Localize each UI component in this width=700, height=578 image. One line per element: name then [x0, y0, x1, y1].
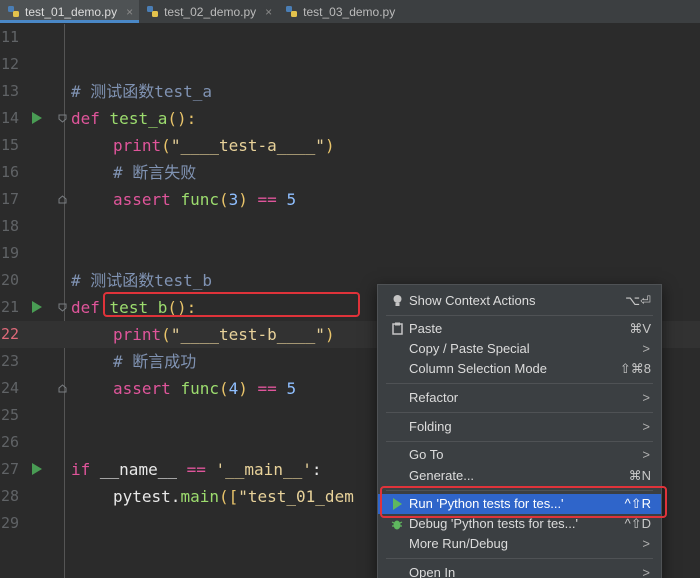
line-number: 19: [0, 244, 19, 262]
code-line: 15 print("____test-a____"): [0, 132, 700, 159]
submenu-arrow-icon: >: [642, 536, 650, 551]
pytest-main-call: pytest.main(["test_01_dem: [113, 487, 354, 506]
tab-test-03-demo[interactable]: test_03_demo.py: [278, 0, 401, 23]
line-number: 12: [0, 55, 19, 73]
menu-item-more-run-debug[interactable]: More Run/Debug >: [378, 534, 661, 554]
menu-shortcut: ⌘V: [629, 321, 651, 336]
submenu-arrow-icon: >: [642, 341, 650, 356]
fold-end-icon[interactable]: [58, 195, 67, 204]
menu-shortcut: ⌘N: [628, 468, 651, 483]
tab-label: test_02_demo.py: [164, 4, 257, 19]
line-number: 29: [0, 514, 19, 532]
menu-label: Open In: [409, 565, 456, 578]
menu-item-folding[interactable]: Folding >: [378, 417, 661, 437]
fold-end-icon[interactable]: [58, 384, 67, 393]
print-call: print("____test-a____"): [113, 136, 335, 155]
menu-shortcut: ⇧⌘8: [619, 361, 651, 376]
menu-separator: [386, 383, 653, 384]
menu-item-show-context-actions[interactable]: Show Context Actions ⌥⏎: [378, 291, 661, 311]
line-number: 27: [0, 460, 19, 478]
menu-label: Column Selection Mode: [409, 361, 548, 376]
line-number: 24: [0, 379, 19, 397]
menu-item-generate[interactable]: Generate... ⌘N: [378, 466, 661, 486]
code-line: 18: [0, 213, 700, 240]
code-line: 17 assert func(3) == 5: [0, 186, 700, 213]
python-file-icon: [8, 6, 19, 17]
line-number: 16: [0, 163, 19, 181]
line-number: 17: [0, 190, 19, 208]
comment: # 测试函数test_a: [71, 82, 213, 101]
line-number: 28: [0, 487, 19, 505]
code-line: 12: [0, 51, 700, 78]
menu-item-go-to[interactable]: Go To >: [378, 445, 661, 465]
print-call: print("____test-b____"): [113, 325, 335, 344]
code-line: 16 # 断言失败: [0, 159, 700, 186]
comment: # 测试函数test_b: [71, 271, 213, 290]
menu-label: Go To: [409, 447, 444, 462]
fold-icon[interactable]: [58, 114, 67, 123]
comment: # 断言失败: [113, 163, 197, 182]
menu-label: Folding: [409, 419, 452, 434]
assert-statement: assert func(4) == 5: [113, 379, 297, 398]
code-line: 13 # 测试函数test_a: [0, 78, 700, 105]
python-file-icon: [286, 6, 298, 17]
line-number: 21: [0, 298, 19, 316]
menu-label: Refactor: [409, 390, 459, 405]
code-line: 19: [0, 240, 700, 267]
line-number: 15: [0, 136, 19, 154]
menu-separator: [386, 441, 653, 442]
menu-separator: [386, 558, 653, 559]
menu-label: Generate...: [409, 468, 475, 483]
submenu-arrow-icon: >: [642, 419, 650, 434]
if-main-statement: if __name__ == '__main__':: [71, 460, 322, 479]
fold-icon[interactable]: [58, 303, 67, 312]
line-number: 25: [0, 406, 19, 424]
line-number: 11: [0, 28, 19, 46]
tab-test-02-demo[interactable]: test_02_demo.py ×: [139, 0, 278, 23]
submenu-arrow-icon: >: [642, 390, 650, 405]
menu-shortcut: ⌥⏎: [625, 293, 651, 308]
context-menu: Show Context Actions ⌥⏎ Paste ⌘V Copy / …: [377, 284, 662, 578]
editor-tab-bar: test_01_demo.py × test_02_demo.py × test…: [0, 0, 700, 24]
code-line: 14 def test_a():: [0, 105, 700, 132]
menu-item-column-selection-mode[interactable]: Column Selection Mode ⇧⌘8: [378, 359, 661, 379]
line-number: 22: [0, 325, 19, 343]
submenu-arrow-icon: >: [642, 447, 650, 462]
tab-test-01-demo[interactable]: test_01_demo.py ×: [0, 0, 140, 23]
tab-label: test_03_demo.py: [303, 4, 396, 19]
line-number: 14: [0, 109, 19, 127]
submenu-arrow-icon: >: [642, 565, 650, 578]
line-number: 18: [0, 217, 19, 235]
menu-item-open-in[interactable]: Open In >: [378, 563, 661, 578]
comment: # 断言成功: [113, 352, 197, 371]
run-test-gutter-icon[interactable]: [32, 112, 42, 124]
menu-label: Copy / Paste Special: [409, 341, 530, 356]
function-def: def test_a():: [71, 109, 197, 128]
tab-label: test_01_demo.py: [25, 4, 118, 19]
menu-separator: [386, 315, 653, 316]
line-number: 26: [0, 433, 19, 451]
clipboard-icon: [390, 319, 404, 341]
menu-label: Show Context Actions: [409, 293, 536, 308]
assert-statement: assert func(3) == 5: [113, 190, 297, 209]
line-number: 20: [0, 271, 19, 289]
menu-separator: [386, 412, 653, 413]
close-icon[interactable]: ×: [265, 5, 272, 19]
code-line: 11: [0, 24, 700, 51]
menu-item-paste[interactable]: Paste ⌘V: [378, 319, 661, 339]
run-test-gutter-icon[interactable]: [32, 301, 42, 313]
lightbulb-icon: [390, 291, 404, 314]
close-icon[interactable]: ×: [126, 5, 133, 19]
highlight-box-print: [103, 292, 360, 317]
run-main-gutter-icon[interactable]: [32, 463, 42, 475]
menu-item-copy-paste-special[interactable]: Copy / Paste Special >: [378, 339, 661, 359]
highlight-box-run: [380, 486, 667, 518]
line-number: 23: [0, 352, 19, 370]
menu-item-refactor[interactable]: Refactor >: [378, 388, 661, 408]
python-file-icon: [147, 6, 159, 17]
line-number: 13: [0, 82, 19, 100]
menu-label: Paste: [409, 321, 443, 336]
menu-label: More Run/Debug: [409, 536, 508, 551]
